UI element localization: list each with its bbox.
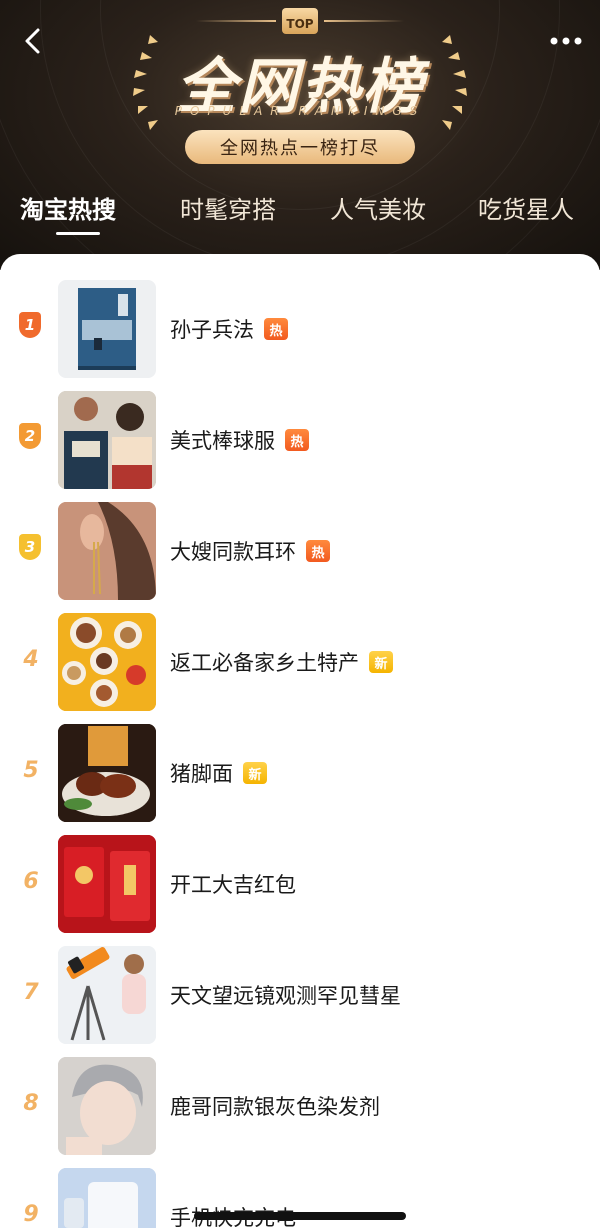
ranking-list: 1 孙子兵法 热 2 美式棒球服 热 3 大嫂同款耳环 热 4 返工必备家乡土特… — [0, 254, 600, 1228]
list-item[interactable]: 1 孙子兵法 热 — [0, 278, 600, 388]
product-thumbnail — [58, 835, 156, 933]
item-title: 开工大吉红包 — [170, 873, 296, 897]
page-subtitle: POPULAR RANKINGS — [174, 104, 426, 118]
tab-popular-makeup[interactable]: 人气美妆 — [330, 190, 426, 225]
header-banner: TOP 全网热榜 POPULAR RANKINGS 全网热点一榜打尽 淘宝热搜 … — [0, 0, 600, 270]
product-thumbnail — [58, 946, 156, 1044]
slogan-pill: 全网热点一榜打尽 — [185, 130, 415, 164]
rank-number: 5 — [23, 758, 39, 783]
rank-number: 9 — [23, 1202, 39, 1227]
item-title: 猪脚面 — [170, 762, 233, 786]
tab-fashion-outfits[interactable]: 时髦穿搭 — [180, 190, 276, 225]
new-tag: 新 — [243, 762, 267, 784]
item-title-row: 美式棒球服 热 — [170, 425, 309, 455]
list-item[interactable]: 7 天文望远镜观测罕见彗星 — [0, 944, 600, 1054]
home-indicator[interactable] — [194, 1212, 406, 1220]
new-tag: 新 — [369, 651, 393, 673]
item-title: 鹿哥同款银灰色染发剂 — [170, 1095, 380, 1119]
item-title-row: 孙子兵法 热 — [170, 314, 288, 344]
category-tabs: 淘宝热搜 时髦穿搭 人气美妆 吃货星人 — [0, 190, 600, 240]
top-badge-label: TOP — [286, 17, 314, 31]
tab-taobao-hot-search[interactable]: 淘宝热搜 — [20, 190, 116, 225]
hot-tag: 热 — [264, 318, 288, 340]
rank-badge: 3 — [19, 534, 41, 560]
list-item[interactable]: 8 鹿哥同款银灰色染发剂 — [0, 1055, 600, 1165]
item-title: 孙子兵法 — [170, 318, 254, 342]
product-thumbnail — [58, 613, 156, 711]
hot-tag: 热 — [285, 429, 309, 451]
item-title-row: 鹿哥同款银灰色染发剂 — [170, 1091, 380, 1121]
product-thumbnail — [58, 280, 156, 378]
active-tab-indicator — [56, 232, 100, 235]
tab-foodies[interactable]: 吃货星人 — [478, 190, 574, 225]
product-thumbnail — [58, 1168, 156, 1228]
rank-number: 7 — [23, 980, 39, 1005]
item-title-row: 天文望远镜观测罕见彗星 — [170, 980, 401, 1010]
list-item[interactable]: 4 返工必备家乡土特产 新 — [0, 611, 600, 721]
list-item[interactable]: 2 美式棒球服 热 — [0, 389, 600, 499]
rank-number: 8 — [23, 1091, 39, 1116]
product-thumbnail — [58, 502, 156, 600]
item-title: 美式棒球服 — [170, 429, 275, 453]
list-item[interactable]: 3 大嫂同款耳环 热 — [0, 500, 600, 610]
list-item[interactable]: 6 开工大吉红包 — [0, 833, 600, 943]
item-title: 大嫂同款耳环 — [170, 540, 296, 564]
rank-badge: 1 — [19, 312, 41, 338]
rank-number: 6 — [23, 869, 39, 894]
item-title-row: 大嫂同款耳环 热 — [170, 536, 330, 566]
product-thumbnail — [58, 1057, 156, 1155]
list-item[interactable]: 5 猪脚面 新 — [0, 722, 600, 832]
item-title-row: 开工大吉红包 — [170, 869, 296, 899]
rank-number: 4 — [23, 647, 39, 672]
hot-tag: 热 — [306, 540, 330, 562]
divider-line — [196, 20, 276, 22]
top-crown-badge: TOP — [282, 8, 318, 34]
product-thumbnail — [58, 391, 156, 489]
item-title-row: 猪脚面 新 — [170, 758, 267, 788]
rank-badge: 2 — [19, 423, 41, 449]
product-thumbnail — [58, 724, 156, 822]
divider-line — [324, 20, 404, 22]
item-title-row: 返工必备家乡土特产 新 — [170, 647, 393, 677]
item-title: 返工必备家乡土特产 — [170, 651, 359, 675]
item-title: 天文望远镜观测罕见彗星 — [170, 984, 401, 1008]
